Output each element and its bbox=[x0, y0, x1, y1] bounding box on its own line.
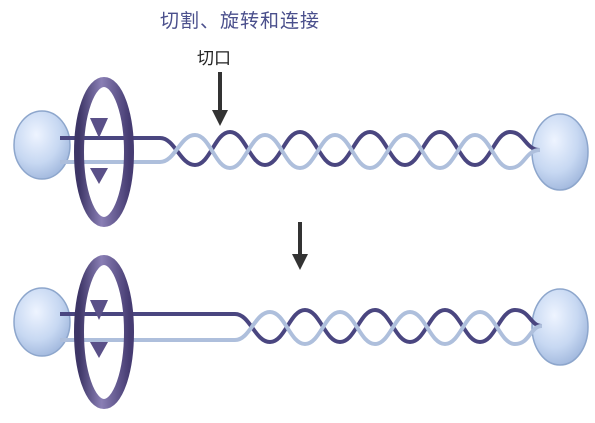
rotation-arrow-icon-bottom bbox=[74, 255, 134, 409]
right-anchor-top bbox=[531, 113, 589, 191]
left-anchor-top bbox=[13, 110, 71, 180]
top-dna-row bbox=[13, 77, 589, 227]
diagram: 切割、旋转和连接 切口 bbox=[0, 0, 595, 423]
bottom-dna-row bbox=[13, 255, 589, 409]
down-arrow-icon bbox=[292, 222, 308, 270]
cut-arrow-icon bbox=[212, 72, 228, 126]
diagram-canvas bbox=[13, 72, 589, 409]
left-anchor-bottom bbox=[13, 287, 71, 357]
rotation-arrow-icon bbox=[74, 77, 134, 227]
